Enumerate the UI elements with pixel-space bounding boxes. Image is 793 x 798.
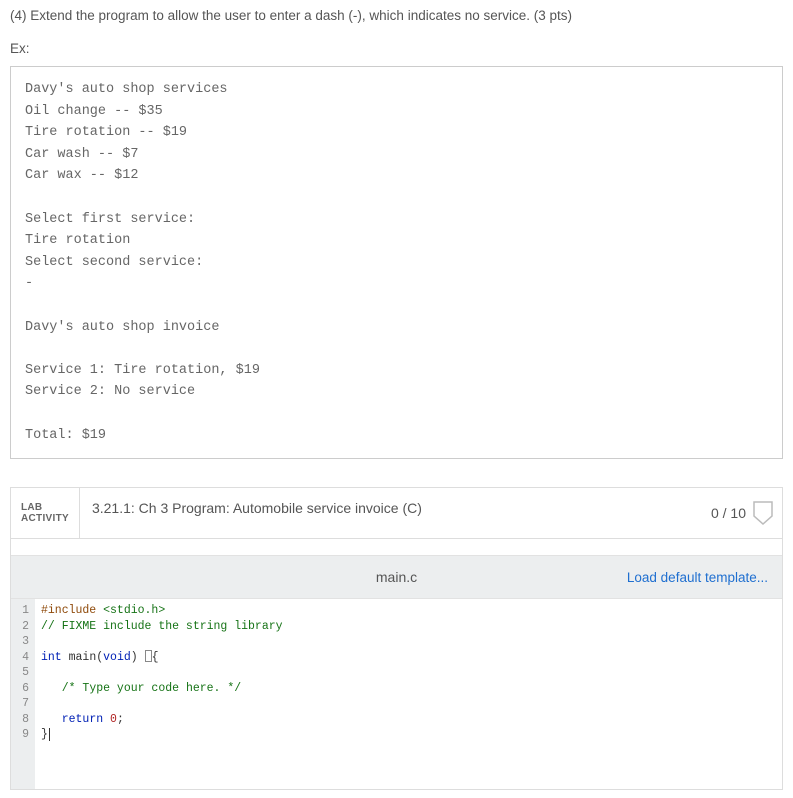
caret-icon: ​ — [49, 728, 50, 741]
code-token: 0 — [110, 713, 117, 726]
lab-activity-badge: LAB ACTIVITY — [11, 488, 80, 538]
filename-label: main.c — [376, 569, 417, 585]
example-output-block: Davy's auto shop services Oil change -- … — [10, 66, 783, 459]
lab-score-text: 0 / 10 — [711, 505, 746, 521]
lab-header: LAB ACTIVITY 3.21.1: Ch 3 Program: Autom… — [11, 488, 782, 539]
line-number: 7 — [15, 696, 29, 712]
code-token: /* Type your code here. */ — [62, 682, 241, 695]
cursor-icon — [145, 650, 152, 662]
code-token: { — [152, 651, 159, 664]
line-number-gutter: 1 2 3 4 5 6 7 8 9 — [11, 599, 35, 789]
code-token: void — [103, 651, 131, 664]
instruction-text: (4) Extend the program to allow the user… — [10, 8, 783, 23]
line-number: 3 — [15, 634, 29, 650]
lab-badge-line1: LAB — [21, 502, 69, 514]
line-number: 1 — [15, 603, 29, 619]
line-number: 4 — [15, 650, 29, 666]
lab-title: 3.21.1: Ch 3 Program: Automobile service… — [80, 488, 699, 538]
code-text-area[interactable]: #include <stdio.h> // FIXME include the … — [35, 599, 782, 789]
shield-icon — [752, 500, 774, 526]
line-number: 6 — [15, 681, 29, 697]
code-token: } — [41, 728, 48, 741]
line-number: 9 — [15, 727, 29, 743]
code-token: ; — [117, 713, 124, 726]
code-token — [103, 713, 110, 726]
code-token — [41, 713, 62, 726]
lab-activity-panel: LAB ACTIVITY 3.21.1: Ch 3 Program: Autom… — [10, 487, 783, 790]
line-number: 5 — [15, 665, 29, 681]
code-editor[interactable]: 1 2 3 4 5 6 7 8 9 #include <stdio.h> // … — [11, 599, 782, 789]
code-token: <stdio.h> — [103, 604, 165, 617]
line-number: 2 — [15, 619, 29, 635]
code-token: return — [62, 713, 103, 726]
code-token: main( — [62, 651, 103, 664]
lab-badge-line2: ACTIVITY — [21, 513, 69, 525]
lab-score: 0 / 10 — [699, 488, 782, 538]
code-token: ) — [131, 651, 145, 664]
load-default-template-link[interactable]: Load default template... — [627, 570, 782, 585]
code-token: int — [41, 651, 62, 664]
resize-grip-icon[interactable] — [768, 775, 780, 787]
example-label: Ex: — [10, 41, 783, 56]
code-token: #include — [41, 604, 103, 617]
code-token: // FIXME include the string library — [41, 620, 283, 633]
file-bar: main.c Load default template... — [11, 555, 782, 599]
line-number: 8 — [15, 712, 29, 728]
code-token — [41, 682, 62, 695]
